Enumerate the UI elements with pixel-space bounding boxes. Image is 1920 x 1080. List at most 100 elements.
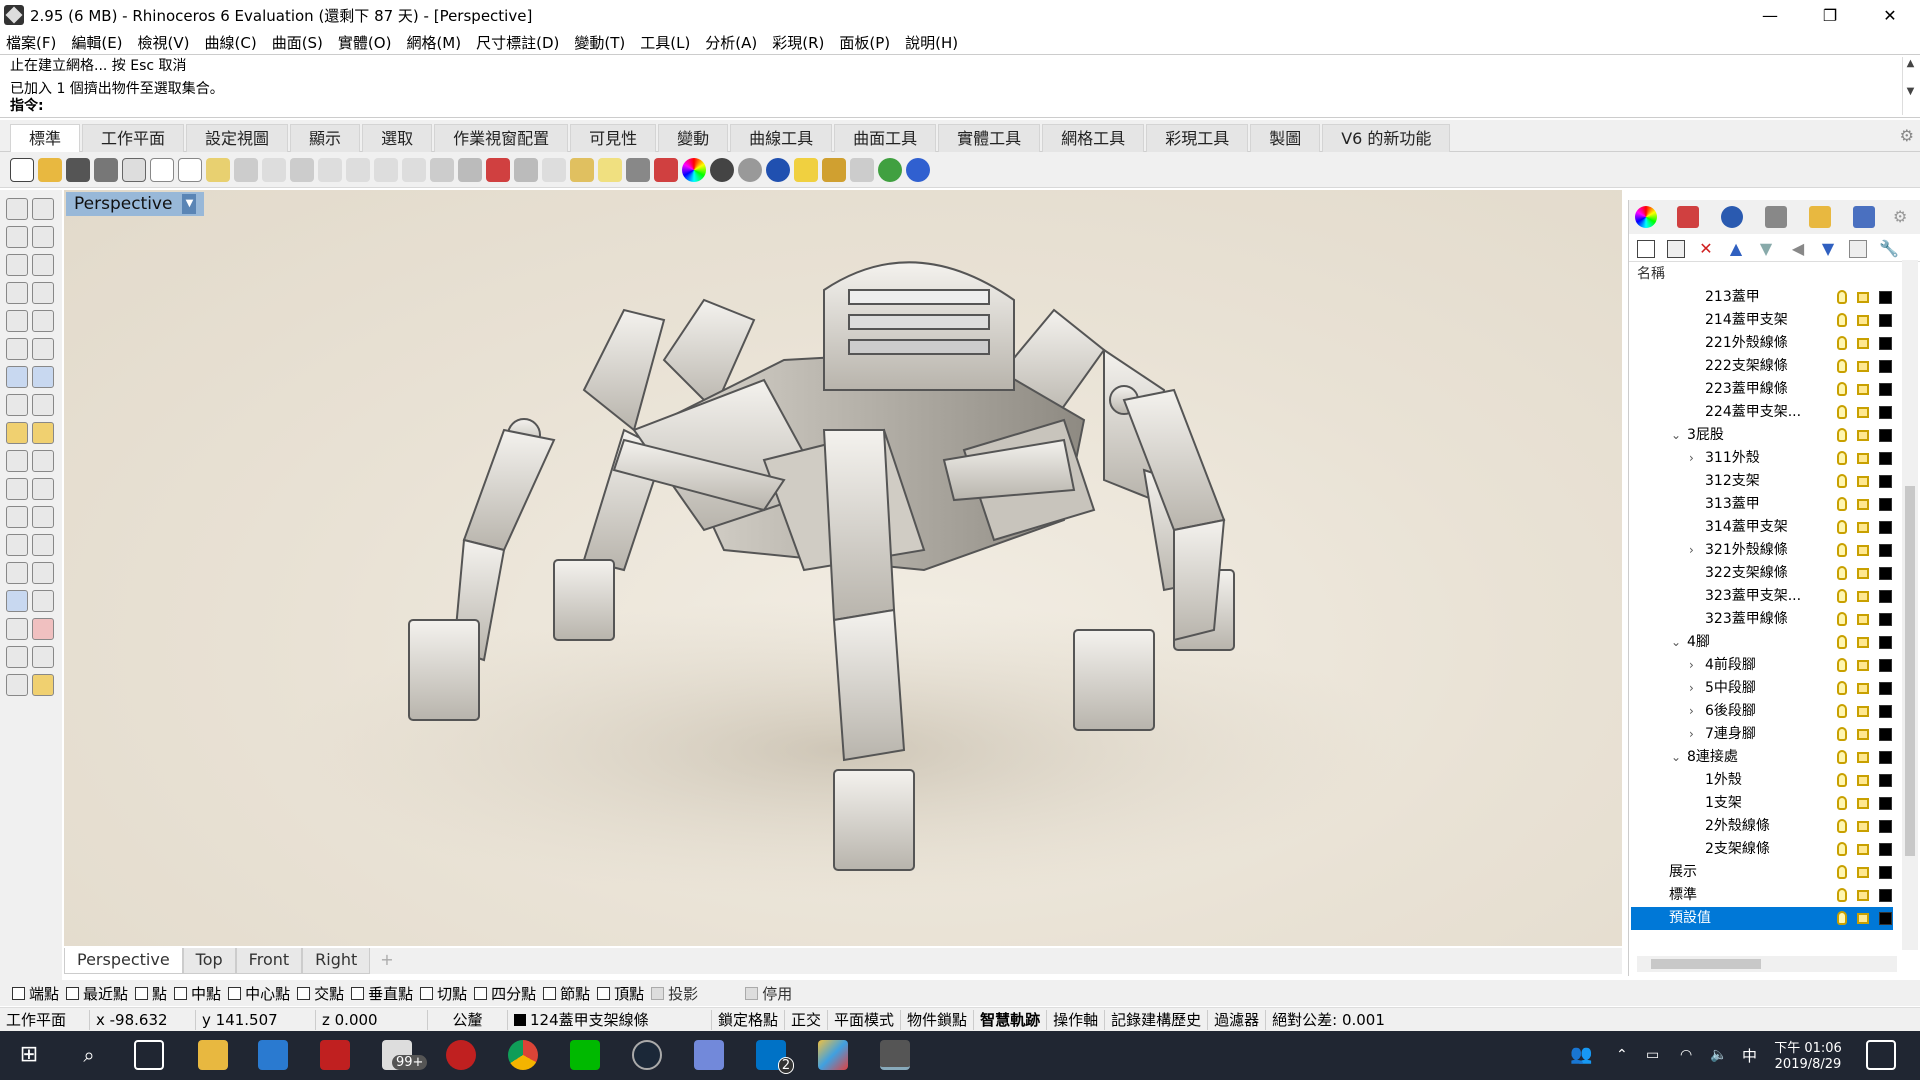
cylinder-icon[interactable] (6, 394, 28, 416)
layers-horizontal-scrollbar[interactable] (1637, 956, 1897, 972)
layer-name[interactable]: 1外殼 (1705, 769, 1742, 792)
chevron-right-icon[interactable]: › (1689, 447, 1694, 470)
box-icon[interactable] (6, 366, 28, 388)
discord-icon[interactable] (694, 1040, 724, 1070)
chevron-down-icon[interactable]: ⌄ (1671, 746, 1681, 769)
layer-lock-icon[interactable] (1857, 798, 1869, 809)
layer-name[interactable]: 3屁股 (1687, 424, 1724, 447)
select-arrow-icon[interactable] (6, 198, 28, 220)
layer-name[interactable]: 224蓋甲支架... (1705, 401, 1801, 424)
chevron-right-icon[interactable]: › (1689, 677, 1694, 700)
dimension-icon[interactable] (6, 450, 28, 472)
rhino-app-icon[interactable] (4, 5, 24, 25)
osnap-checkbox[interactable]: 切點 (420, 983, 467, 1004)
layer-color-swatch[interactable] (1879, 383, 1892, 396)
clock-time[interactable]: 下午 01:06 (1768, 1037, 1848, 1056)
close-button[interactable]: ✕ (1860, 0, 1920, 30)
search-icon[interactable]: ⌕ (74, 1040, 104, 1070)
layer-color-swatch[interactable] (1879, 728, 1892, 741)
zoom-icon[interactable] (318, 158, 342, 182)
store-icon[interactable] (258, 1040, 288, 1070)
layer-name[interactable]: 預設值 (1669, 907, 1711, 930)
menu-render[interactable]: 彩現(R) (772, 32, 824, 53)
gear-icon[interactable]: ⚙ (1900, 126, 1914, 145)
layer-color-swatch[interactable] (1879, 475, 1892, 488)
properties-tab-icon[interactable] (1635, 206, 1657, 228)
layer-color-swatch[interactable] (1879, 659, 1892, 672)
layer-name[interactable]: 2外殼線條 (1705, 815, 1770, 838)
restore-button[interactable]: ❐ (1800, 0, 1860, 30)
chevron-right-icon[interactable]: › (1689, 723, 1694, 746)
libraries-tab-icon[interactable] (1809, 206, 1831, 228)
tab-solid-tools[interactable]: 實體工具 (938, 124, 1041, 152)
layer-name[interactable]: 322支架線條 (1705, 562, 1788, 585)
check-icon[interactable] (32, 646, 54, 668)
layer-visibility-bulb-icon[interactable] (1837, 727, 1847, 741)
analyze-icon[interactable] (6, 646, 28, 668)
layer-lock-icon[interactable] (1857, 890, 1869, 901)
ellipse-icon[interactable] (32, 254, 54, 276)
menu-mesh[interactable]: 網格(M) (406, 32, 461, 53)
layer-color-swatch[interactable] (1879, 866, 1892, 879)
layer-name[interactable]: 321外殼線條 (1705, 539, 1788, 562)
layer-name[interactable]: 313蓋甲 (1705, 493, 1760, 516)
checkbox-icon[interactable] (543, 986, 557, 1000)
chevron-down-icon[interactable]: ⌄ (1671, 631, 1681, 654)
layer-row[interactable]: 213蓋甲 (1631, 286, 1893, 309)
tab-drafting[interactable]: 製圖 (1250, 124, 1321, 152)
layer-visibility-bulb-icon[interactable] (1837, 842, 1847, 856)
fill-icon[interactable] (6, 478, 28, 500)
rectangle-icon[interactable] (32, 282, 54, 304)
layer-name[interactable]: 223蓋甲線條 (1705, 378, 1788, 401)
layer-icon[interactable] (654, 158, 678, 182)
material-sphere-icon[interactable] (710, 158, 734, 182)
layer-row[interactable]: 2支架線條 (1631, 838, 1893, 861)
named-views-tab-icon[interactable] (1853, 206, 1875, 228)
cplane-status[interactable]: 工作平面 (0, 1009, 90, 1030)
layer-row[interactable]: 313蓋甲 (1631, 493, 1893, 516)
layer-visibility-bulb-icon[interactable] (1837, 313, 1847, 327)
layer-lock-icon[interactable] (1857, 614, 1869, 625)
chevron-right-icon[interactable]: › (1689, 654, 1694, 677)
fillet-edge-icon[interactable] (6, 506, 28, 528)
layer-lock-icon[interactable] (1857, 499, 1869, 510)
layer-name[interactable]: 4腳 (1687, 631, 1710, 654)
toggle-smarttrack[interactable]: 智慧軌跡 (974, 1009, 1048, 1030)
layer-lock-icon[interactable] (1857, 775, 1869, 786)
layer-lock-icon[interactable] (1857, 430, 1869, 441)
tab-viewport-layout[interactable]: 作業視窗配置 (434, 124, 569, 152)
layer-name[interactable]: 6後段腳 (1705, 700, 1756, 723)
spider-robot-model[interactable] (64, 190, 1622, 946)
tab-surface-tools[interactable]: 曲面工具 (834, 124, 937, 152)
layer-visibility-bulb-icon[interactable] (1837, 681, 1847, 695)
layer-color-swatch[interactable] (1879, 567, 1892, 580)
solid-box-icon[interactable] (6, 590, 28, 612)
move-out-icon[interactable]: ◀ (1789, 240, 1807, 258)
zoom-extents-icon[interactable] (374, 158, 398, 182)
layer-visibility-bulb-icon[interactable] (1837, 290, 1847, 304)
delete-layer-icon[interactable]: ✕ (1697, 240, 1715, 258)
layer-lock-icon[interactable] (1857, 453, 1869, 464)
options-gear-icon[interactable] (822, 158, 846, 182)
checkbox-icon[interactable] (351, 986, 365, 1000)
rhino-taskbar-icon[interactable] (880, 1040, 910, 1070)
layer-row[interactable]: 1外殼 (1631, 769, 1893, 792)
text-dot-icon[interactable] (32, 450, 54, 472)
light-icon[interactable] (794, 158, 818, 182)
render-sphere-icon[interactable] (738, 158, 762, 182)
light-bulb-icon[interactable] (598, 158, 622, 182)
lock-icon[interactable] (626, 158, 650, 182)
menu-curve[interactable]: 曲線(C) (205, 32, 257, 53)
windows-start-icon[interactable]: ⊞ (14, 1040, 44, 1070)
layer-row[interactable]: ⌄ 3屁股 (1631, 424, 1893, 447)
layer-color-swatch[interactable] (1879, 452, 1892, 465)
layer-lock-icon[interactable] (1857, 706, 1869, 717)
layer-visibility-bulb-icon[interactable] (1837, 819, 1847, 833)
layer-lock-icon[interactable] (1857, 844, 1869, 855)
layer-color-swatch[interactable] (1879, 636, 1892, 649)
move-layer-down-icon[interactable]: ▼ (1757, 240, 1775, 258)
layer-row[interactable]: 224蓋甲支架... (1631, 401, 1893, 424)
paste-icon[interactable] (206, 158, 230, 182)
viewtab-front[interactable]: Front (235, 948, 303, 974)
paint-icon[interactable] (818, 1040, 848, 1070)
